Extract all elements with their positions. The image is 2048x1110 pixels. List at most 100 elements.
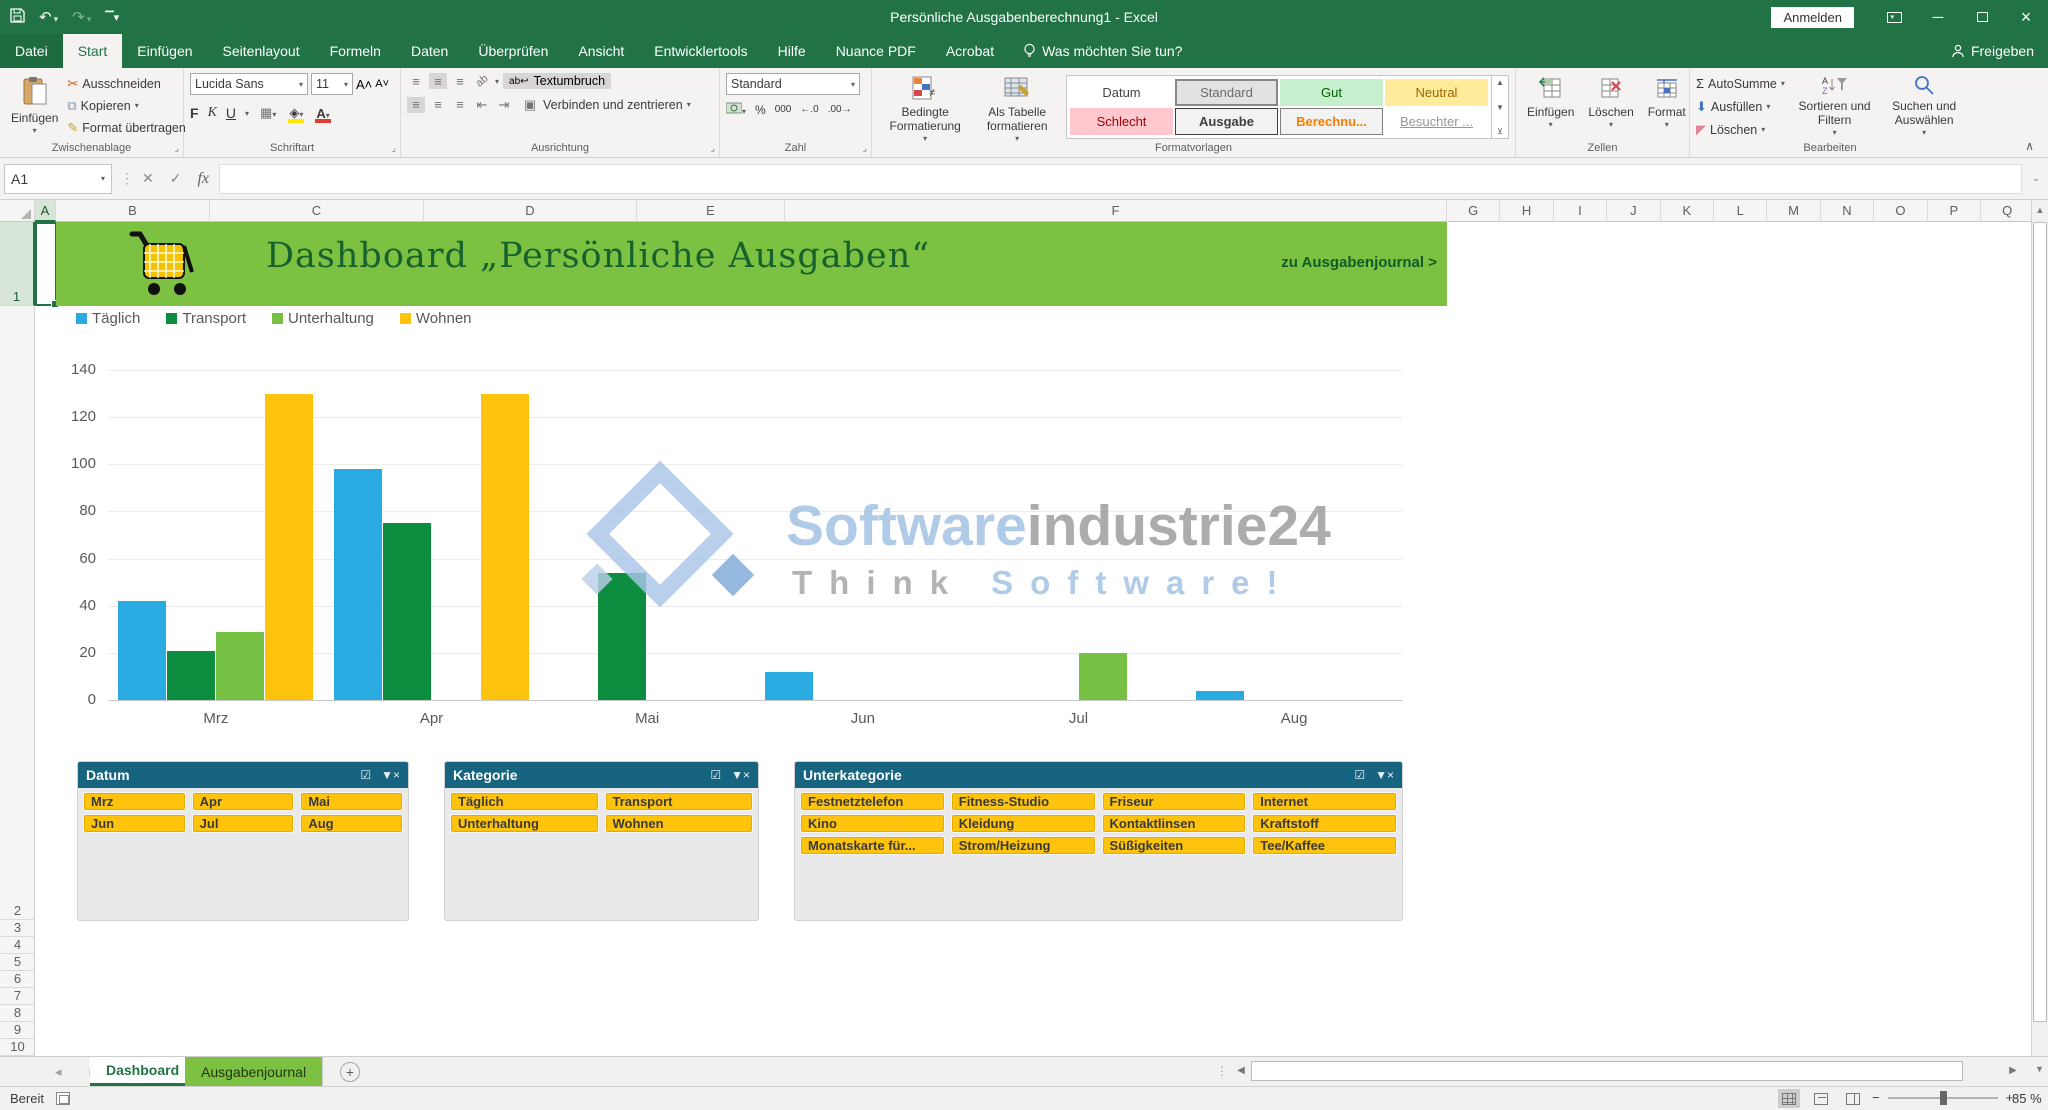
comma-style-icon[interactable]: 000 [775,104,792,115]
zoom-out-icon[interactable]: − [1872,1090,1880,1105]
formula-input[interactable] [219,164,2022,194]
style-chip-besuchter[interactable]: Besuchter ... [1385,108,1488,135]
slicer-item-festnetztelefon[interactable]: Festnetztelefon [800,792,945,811]
gallery-scroll-strip[interactable]: ▲▼⊻ [1492,75,1509,139]
multiselect-icon[interactable]: ☑ [360,768,371,782]
bar-mrz-wohnen[interactable] [265,394,313,700]
sort-filter-button[interactable]: AZ Sortieren und Filtern▾ [1791,73,1878,140]
slicer-item-stromheizung[interactable]: Strom/Heizung [951,836,1096,855]
cancel-icon[interactable]: ✕ [142,170,154,187]
clear-button[interactable]: ◤Löschen▾ [1696,119,1785,140]
style-chip-neutral[interactable]: Neutral [1385,79,1488,106]
clear-filter-icon[interactable]: ▼× [381,768,400,782]
select-all-corner[interactable] [0,200,35,222]
wrap-text-button[interactable]: ab↩Textumbruch [503,73,611,89]
row-header-4[interactable]: 4 [0,937,35,954]
scroll-left-icon[interactable]: ◀ [1233,1061,1249,1081]
slicer-item-aug[interactable]: Aug [300,814,403,833]
multiselect-icon[interactable]: ☑ [1354,768,1365,782]
menu-tab-daten[interactable]: Daten [396,34,463,68]
font-color-icon[interactable]: A▾ [314,106,331,121]
conditional-formatting-button[interactable]: ≠ Bedingte Formatierung ▾ [878,73,972,146]
column-header-I[interactable]: I [1554,200,1607,222]
align-center-icon[interactable]: ≡ [429,97,447,113]
collapse-ribbon-icon[interactable]: ∧ [2025,139,2034,153]
copy-button[interactable]: ⧉Kopieren▾ [67,95,185,116]
vertical-scroll-thumb[interactable] [2033,222,2047,1022]
slicer-item-apr[interactable]: Apr [192,792,295,811]
name-box[interactable]: A1▾ [4,164,112,194]
cut-button[interactable]: ✂Ausschneiden [67,73,185,94]
row-header-3[interactable]: 3 [0,920,35,937]
bar-mrz-unterhaltung[interactable] [216,632,264,700]
autosum-button[interactable]: ΣAutoSumme▾ [1696,73,1785,94]
scroll-right-icon[interactable]: ▶ [2005,1061,2021,1081]
slicer-item-kontaktlinsen[interactable]: Kontaktlinsen [1102,814,1247,833]
multiselect-icon[interactable]: ☑ [710,768,721,782]
clipboard-dialog-launcher-icon[interactable]: ⌟ [174,143,179,154]
clear-filter-icon[interactable]: ▼× [731,768,750,782]
enter-icon[interactable]: ✓ [170,170,182,187]
slicer-item-jul[interactable]: Jul [192,814,295,833]
close-button[interactable]: × [2004,0,2048,34]
slicer-item-kleidung[interactable]: Kleidung [951,814,1096,833]
page-layout-view-button[interactable] [1810,1089,1832,1108]
expand-formula-bar-icon[interactable]: ⌄ [2032,173,2040,184]
increase-indent-icon[interactable]: ⇥ [495,97,513,113]
row-header-10[interactable]: 10 [0,1039,35,1056]
menu-tab-hilfe[interactable]: Hilfe [763,34,821,68]
row-header-9[interactable]: 9 [0,1022,35,1039]
tell-me-box[interactable]: Was möchten Sie tun? [1009,34,1196,68]
percent-style-icon[interactable]: % [755,103,766,117]
fill-button[interactable]: ⬇Ausfüllen▾ [1696,96,1785,117]
slicer-item-unterhaltung[interactable]: Unterhaltung [450,814,599,833]
minimize-button[interactable]: ─ [1916,0,1960,34]
align-left-icon[interactable]: ≡ [407,97,425,113]
slicer-item-süßigkeiten[interactable]: Süßigkeiten [1102,836,1247,855]
column-header-N[interactable]: N [1821,200,1874,222]
row-header-7[interactable]: 7 [0,988,35,1005]
horizontal-scroll-thumb[interactable] [1251,1061,1963,1081]
share-button[interactable]: Freigeben [1951,34,2034,68]
slicer-item-mrz[interactable]: Mrz [83,792,186,811]
style-chip-datum[interactable]: Datum [1070,79,1173,106]
bar-apr-täglich[interactable] [334,469,382,700]
menu-tab-ansicht[interactable]: Ansicht [563,34,639,68]
style-chip-ausgabe[interactable]: Ausgabe [1175,108,1278,135]
menu-tab-nuance-pdf[interactable]: Nuance PDF [821,34,931,68]
alignment-dialog-launcher-icon[interactable]: ⌟ [710,143,715,154]
menu-tab-start[interactable]: Start [63,34,123,68]
row-header-1[interactable]: 1 [0,222,35,306]
number-format-select[interactable]: Standard▾ [726,73,860,95]
slicer-item-monatskartefür[interactable]: Monatskarte für... [800,836,945,855]
bar-apr-transport[interactable] [383,523,431,700]
bar-jul-unterhaltung[interactable] [1079,653,1127,700]
column-header-J[interactable]: J [1607,200,1660,222]
slicer-item-kraftstoff[interactable]: Kraftstoff [1252,814,1397,833]
paste-button[interactable]: Einfügen ▾ [6,73,63,138]
slicer-item-wohnen[interactable]: Wohnen [605,814,754,833]
maximize-button[interactable] [1960,0,2004,34]
bar-jun-täglich[interactable] [765,672,813,700]
column-header-M[interactable]: M [1767,200,1820,222]
selected-cell-a1[interactable] [35,222,57,306]
italic-button[interactable]: K [208,105,217,121]
page-break-view-button[interactable] [1842,1089,1864,1108]
column-header-P[interactable]: P [1928,200,1981,222]
slicer-item-kino[interactable]: Kino [800,814,945,833]
align-right-icon[interactable]: ≡ [451,97,469,113]
menu-tab-überprüfen[interactable]: Überprüfen [463,34,563,68]
slicer-item-internet[interactable]: Internet [1252,792,1397,811]
number-dialog-launcher-icon[interactable]: ⌟ [862,143,867,154]
add-sheet-icon[interactable]: + [340,1062,360,1082]
format-cells-button[interactable]: Format▾ [1643,73,1691,132]
style-chip-standard[interactable]: Standard [1175,79,1278,106]
journal-link[interactable]: zu Ausgabenjournal > [1281,254,1437,271]
column-header-O[interactable]: O [1874,200,1927,222]
slicer-item-jun[interactable]: Jun [83,814,186,833]
decrease-decimal-icon[interactable]: .00→ [828,104,852,115]
insert-cells-button[interactable]: Einfügen▾ [1522,73,1579,132]
bar-mrz-täglich[interactable] [118,601,166,700]
font-dialog-launcher-icon[interactable]: ⌟ [391,143,396,154]
menu-tab-entwicklertools[interactable]: Entwicklertools [639,34,762,68]
